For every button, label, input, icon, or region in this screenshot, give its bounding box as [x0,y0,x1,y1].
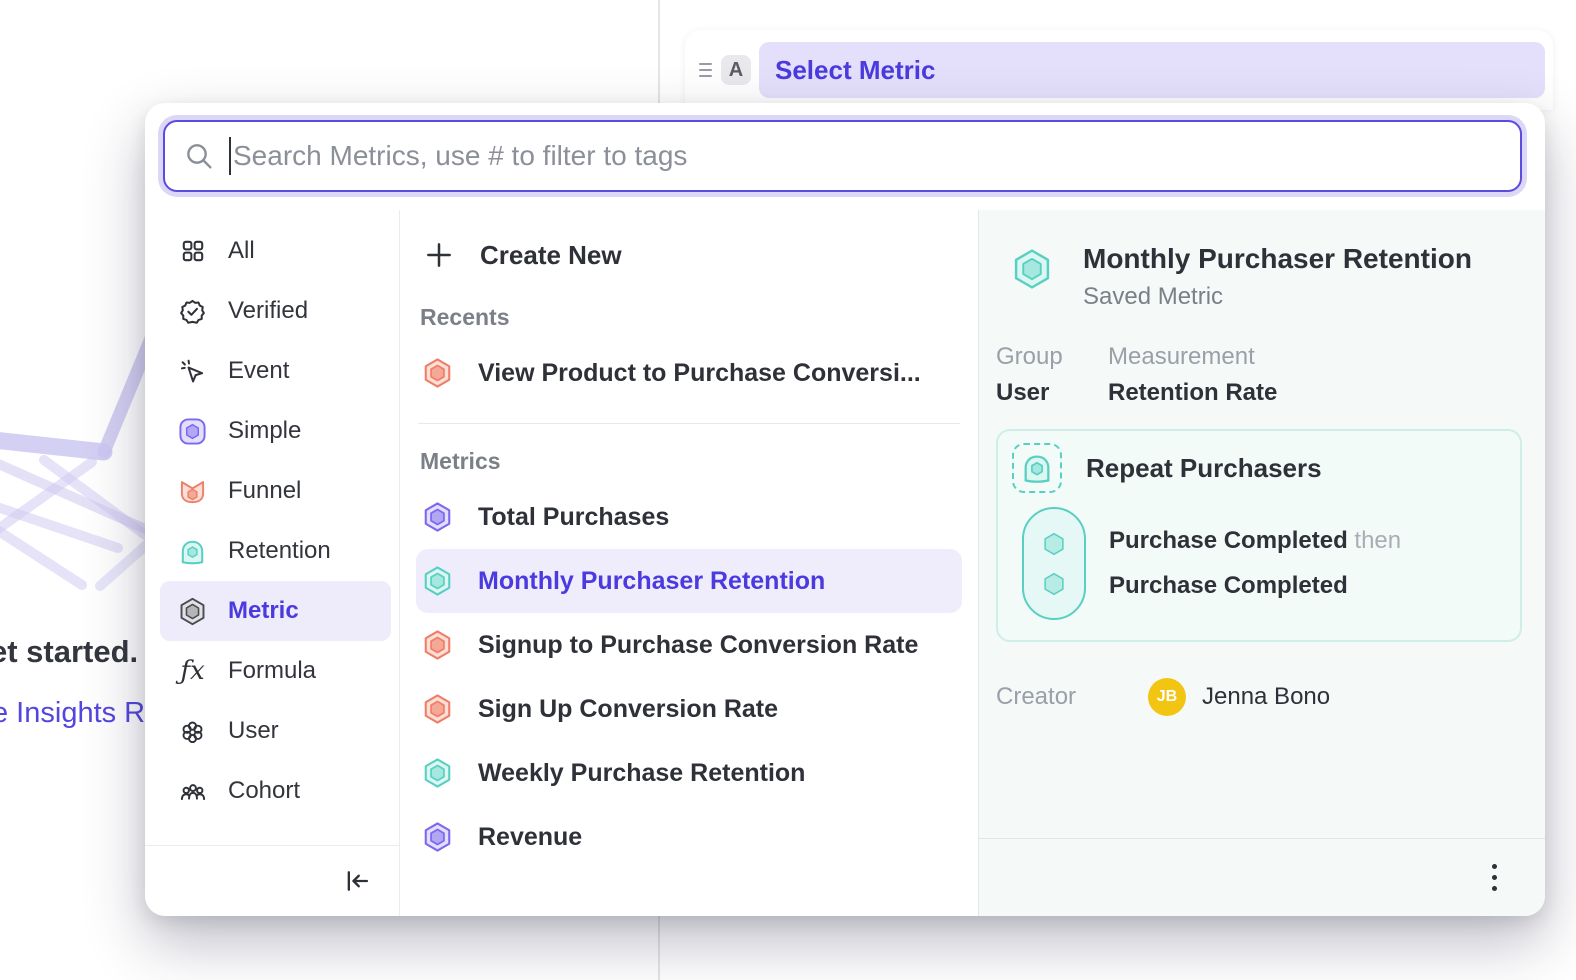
drag-handle-icon[interactable] [694,63,716,77]
event-hexagon-icon [1041,529,1067,559]
filter-sidebar: All Verified [145,210,400,916]
orange-metric-hexagon-icon [422,691,453,727]
retention-definition-icon-box [1012,443,1062,493]
plus-icon [424,240,454,270]
user-cluster-icon [178,717,207,746]
background-heading-partial: et started. [0,634,138,670]
search-bar[interactable] [163,120,1522,192]
group-value: User [996,379,1086,407]
funnel-metric-hexagon-icon [422,355,453,391]
definition-name: Repeat Purchasers [1086,453,1322,484]
sidebar-item-all[interactable]: All [145,221,399,281]
then-connector: then [1354,527,1401,554]
metric-item-weekly-purchase-retention[interactable]: Weekly Purchase Retention [416,741,962,805]
sidebar-item-simple[interactable]: Simple [145,401,399,461]
avatar: JB [1148,678,1186,716]
sidebar-item-cohort[interactable]: Cohort [145,761,399,821]
purple-metric-hexagon-icon [422,819,453,855]
query-letter-badge: A [721,55,751,85]
select-metric-button[interactable]: Select Metric [759,42,1545,98]
metric-detail-panel: Monthly Purchaser Retention Saved Metric… [978,210,1545,916]
event-hexagon-icon [1041,569,1067,599]
simple-hexagon-icon [178,417,207,446]
metric-hexagon-icon [178,597,207,626]
grid-icon [178,237,207,266]
measurement-label: Measurement [1108,343,1277,371]
detail-footer [979,838,1545,916]
measurement-value: Retention Rate [1108,379,1277,407]
search-input[interactable] [233,140,1502,172]
select-metric-label: Select Metric [775,55,935,86]
purple-metric-hexagon-icon [422,499,453,535]
group-label: Group [996,343,1086,371]
cohort-people-icon [178,777,207,806]
metric-picker-modal: All Verified [145,103,1545,916]
create-new-button[interactable]: Create New [418,230,962,280]
sidebar-item-formula[interactable]: ƒx Formula [145,641,399,701]
list-divider [418,423,960,424]
text-caret [229,137,231,175]
metric-item-revenue[interactable]: Revenue [416,805,962,869]
definition-step-1: Purchase Completed then [1109,527,1401,555]
metrics-section-label: Metrics [420,448,962,475]
search-icon [183,140,215,172]
metric-list-panel: Create New Recents View Product to Purch… [400,210,978,916]
teal-metric-hexagon-icon-large [1011,245,1053,293]
metric-item-total-purchases[interactable]: Total Purchases [416,485,962,549]
sidebar-item-event[interactable]: Event [145,341,399,401]
definition-step-2: Purchase Completed [1109,572,1401,600]
detail-meta: Group User Measurement Retention Rate [996,343,1522,407]
metric-item-monthly-purchaser-retention[interactable]: Monthly Purchaser Retention [416,549,962,613]
detail-subtitle: Saved Metric [1083,283,1472,311]
sidebar-item-retention[interactable]: Retention [145,521,399,581]
metric-query-bar: A Select Metric [685,30,1553,110]
definition-card: Repeat Purchasers Purchase Completed [996,429,1522,642]
sidebar-footer [145,845,399,916]
sidebar-item-verified[interactable]: Verified [145,281,399,341]
recent-item-view-product-to-purchase[interactable]: View Product to Purchase Conversi... [416,341,962,405]
event-sequence-capsule [1022,507,1086,620]
collapse-left-icon[interactable] [343,867,371,895]
formula-fx-icon: ƒx [178,657,207,686]
funnel-hexagon-icon [178,477,207,506]
event-cursor-icon [178,357,207,386]
metric-item-signup-to-purchase-conversion-rate[interactable]: Signup to Purchase Conversion Rate [416,613,962,677]
creator-name: Jenna Bono [1202,683,1330,711]
teal-metric-hexagon-icon [422,755,453,791]
orange-metric-hexagon-icon [422,627,453,663]
detail-title: Monthly Purchaser Retention [1083,243,1472,275]
sidebar-item-user[interactable]: User [145,701,399,761]
retention-arch-icon [1020,451,1054,485]
recents-section-label: Recents [420,304,962,331]
metric-item-sign-up-conversion-rate[interactable]: Sign Up Conversion Rate [416,677,962,741]
creator-label: Creator [996,683,1148,711]
retention-arch-icon [178,537,207,566]
creator-row: Creator JB Jenna Bono [996,678,1522,716]
sidebar-item-funnel[interactable]: Funnel [145,461,399,521]
sidebar-item-metric[interactable]: Metric [160,581,391,641]
more-options-button[interactable] [1486,858,1503,897]
verified-badge-icon [178,297,207,326]
teal-metric-hexagon-icon [422,563,453,599]
background-link-partial[interactable]: e Insights Re [0,697,161,730]
